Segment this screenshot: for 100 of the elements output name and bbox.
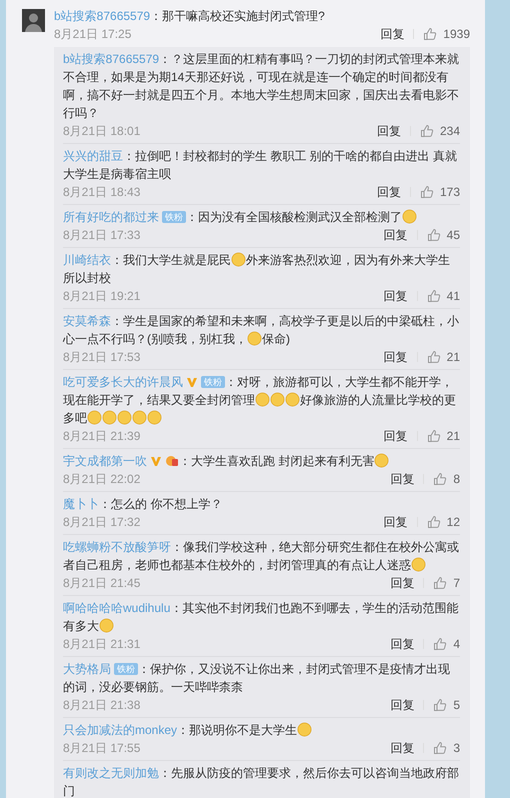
comment-text: 有则改之无则加勉：先服从防疫的管理要求，然后你去可以咨询当地政府部门 — [63, 765, 460, 798]
like-count: 21 — [446, 428, 460, 445]
thumbs-up-icon[interactable] — [426, 289, 441, 303]
comment-date: 8月21日 17:55 — [63, 740, 142, 757]
like-count: 12 — [446, 514, 460, 531]
reply-link[interactable]: 回复 — [384, 287, 408, 305]
emoji-icon — [99, 618, 114, 633]
emoji-icon — [270, 392, 285, 407]
reply-link[interactable]: 回复 — [384, 427, 408, 445]
emoji-icon — [231, 252, 246, 267]
reply-link[interactable]: 回复 — [390, 696, 414, 714]
comment-date: 8月21日 21:39 — [63, 428, 142, 445]
thumbs-up-icon[interactable] — [426, 350, 441, 364]
comment-text: 所有好吃的都过来 铁粉 ：因为没有全国核酸检测武汉全部检测了 — [63, 208, 460, 226]
thumbs-up-icon[interactable] — [423, 27, 438, 41]
user-name[interactable]: 大势格局 — [63, 662, 111, 676]
user-name[interactable]: 吃螺蛳粉不放酸笋呀 — [63, 540, 171, 554]
emoji-icon — [87, 410, 102, 425]
emoji-icon — [147, 410, 162, 425]
vip-icon — [186, 376, 198, 388]
like-count: 21 — [446, 349, 460, 366]
user-name[interactable]: 魔卜卜 — [63, 497, 99, 511]
fan-badge: 铁粉 — [114, 663, 138, 675]
comment-date: 8月21日 22:02 — [63, 471, 142, 488]
comment-date: 8月21日 18:01 — [63, 123, 142, 140]
comment-text: 川崎结衣：我们大学生就是屁民 外来游客热烈欢迎，因为有外来大学生所以封校 — [63, 251, 451, 287]
emoji-icon — [411, 557, 426, 572]
reply-link[interactable]: 回复 — [390, 635, 414, 653]
emoji-icon — [255, 392, 270, 407]
like-count: 45 — [446, 227, 460, 244]
user-name[interactable]: b站搜索87665579 — [54, 9, 150, 23]
user-name[interactable]: 兴兴的甜豆 — [63, 149, 123, 163]
comment-text: 啊哈哈哈哈wudihulu：其实他不封闭我们也跑不到哪去，学生的活动范围能有多大 — [63, 600, 460, 635]
avatar[interactable] — [22, 9, 45, 32]
fan-badge: 铁粉 — [162, 211, 186, 223]
user-name[interactable]: 啊哈哈哈哈wudihulu — [63, 601, 170, 615]
user-name[interactable]: 所有好吃的都过来 — [63, 210, 159, 224]
reply-link[interactable]: 回复 — [390, 739, 414, 757]
comment-date: 8月21日 17:32 — [63, 514, 142, 531]
user-name[interactable]: b站搜索87665579 — [63, 52, 160, 66]
thumbs-up-icon[interactable] — [426, 429, 441, 443]
user-name[interactable]: 川崎结衣 — [63, 253, 111, 267]
comment-text: b站搜索87665579：？这层里面的杠精有事吗？一刀切的封闭式管理本来就不合理，如果是为期14天那还好说，可现在就是连一个确定的时间都没有啊，搞不好一封就是四五个月。本地大学生想周末回家，国庆出去看电影不行吗？ — [63, 51, 460, 122]
comment-text: 大势格局 铁粉 ：保护你，又没说不让你出来，封闭式管理不是疫情才出现的词，没必要钢筋。一天哔哔柰柰 — [63, 661, 451, 696]
thumbs-up-icon[interactable] — [433, 472, 448, 486]
like-count: 8 — [453, 471, 460, 488]
comment-text: 只会加减法的monkey：那说明你不是大学生 — [63, 721, 460, 739]
emoji-icon — [102, 410, 117, 425]
thumbs-up-icon[interactable] — [433, 741, 448, 755]
comment-text: b站搜索87665579：那干嘛高校还实施封闭式管理? — [54, 8, 326, 25]
comment-date: 8月21日 17:53 — [63, 349, 142, 366]
emoji-icon — [247, 331, 262, 346]
user-name[interactable]: 宇文成都第一吹 — [63, 454, 147, 468]
comment-text: 宇文成都第一吹 ：大学生喜欢乱跑 封闭起来有利无害 — [63, 452, 460, 470]
reply-link[interactable]: 回复 — [380, 25, 404, 43]
thumbs-up-icon[interactable] — [433, 637, 448, 651]
emoji-icon — [132, 410, 147, 425]
reply-link[interactable]: 回复 — [390, 574, 414, 592]
medal-icon — [165, 453, 179, 467]
like-count: 41 — [446, 288, 460, 305]
reply-link[interactable]: 回复 — [384, 348, 408, 366]
reply-link[interactable]: 回复 — [376, 122, 401, 140]
user-name[interactable]: 有则改之无则加勉 — [63, 766, 159, 780]
emoji-icon — [117, 410, 132, 425]
user-name[interactable]: 只会加减法的monkey — [63, 723, 178, 737]
emoji-icon — [285, 392, 300, 407]
comment-text: 吃螺蛳粉不放酸笋呀：像我们学校这种，绝大部分研究生都住在校外公寓或者自己租房，老师也都基本住校外的，封闭管理真的有点让人迷惑 — [63, 539, 460, 574]
thumbs-up-icon[interactable] — [426, 515, 441, 529]
comment-date: 8月21日 18:43 — [63, 184, 142, 201]
thumbs-up-icon[interactable] — [426, 228, 441, 242]
user-name[interactable]: 吃可爱多长大的许晨风 — [63, 375, 183, 389]
comment-text: 吃可爱多长大的许晨风 铁粉 ：对呀，旅游都可以，大学生都不能开学，现在能开学了，结果又要全封闭管理 好像旅游的人流量比学校的更多吧 — [63, 374, 457, 427]
like-count: 5 — [453, 697, 460, 714]
reply-link[interactable]: 回复 — [384, 513, 408, 531]
vip-icon — [150, 455, 162, 467]
reply-link[interactable]: 回复 — [384, 226, 408, 244]
like-count: 234 — [440, 123, 460, 140]
like-count: 4 — [453, 636, 460, 653]
comment-text: 安莫希森：学生是国家的希望和未来啊，高校学子更是以后的中梁砥柱，小心一点不行吗？(别喷我，别杠我， 保命) — [63, 313, 460, 348]
comment-date: 8月21日 21:31 — [63, 636, 142, 653]
like-count: 173 — [440, 184, 460, 201]
reply-link[interactable]: 回复 — [390, 470, 414, 488]
comment-date: 8月21日 17:25 — [54, 26, 132, 43]
thumbs-up-icon[interactable] — [433, 698, 448, 712]
thumbs-up-icon[interactable] — [420, 124, 434, 138]
like-count: 3 — [453, 740, 460, 757]
user-name[interactable]: 安莫希森 — [63, 314, 111, 328]
comment-text: 魔卜卜：怎么的 你不想上学？ — [63, 496, 224, 513]
comment-date: 8月21日 19:21 — [63, 288, 142, 305]
reply-link[interactable]: 回复 — [376, 183, 401, 201]
like-count: 1939 — [443, 26, 470, 43]
thumbs-up-icon[interactable] — [420, 185, 434, 199]
emoji-icon — [297, 722, 312, 737]
comment-text: 兴兴的甜豆：拉倒吧！封校都封的学生 教职工 别的干啥的都自由进出 真就大学生是病毒宿主呗 — [63, 148, 458, 183]
emoji-icon — [402, 209, 417, 224]
like-count: 7 — [453, 575, 460, 592]
fan-badge: 铁粉 — [201, 376, 225, 388]
comment-date: 8月21日 21:45 — [63, 575, 142, 592]
thumbs-up-icon[interactable] — [433, 576, 448, 590]
comment-date: 8月21日 21:38 — [63, 697, 142, 714]
